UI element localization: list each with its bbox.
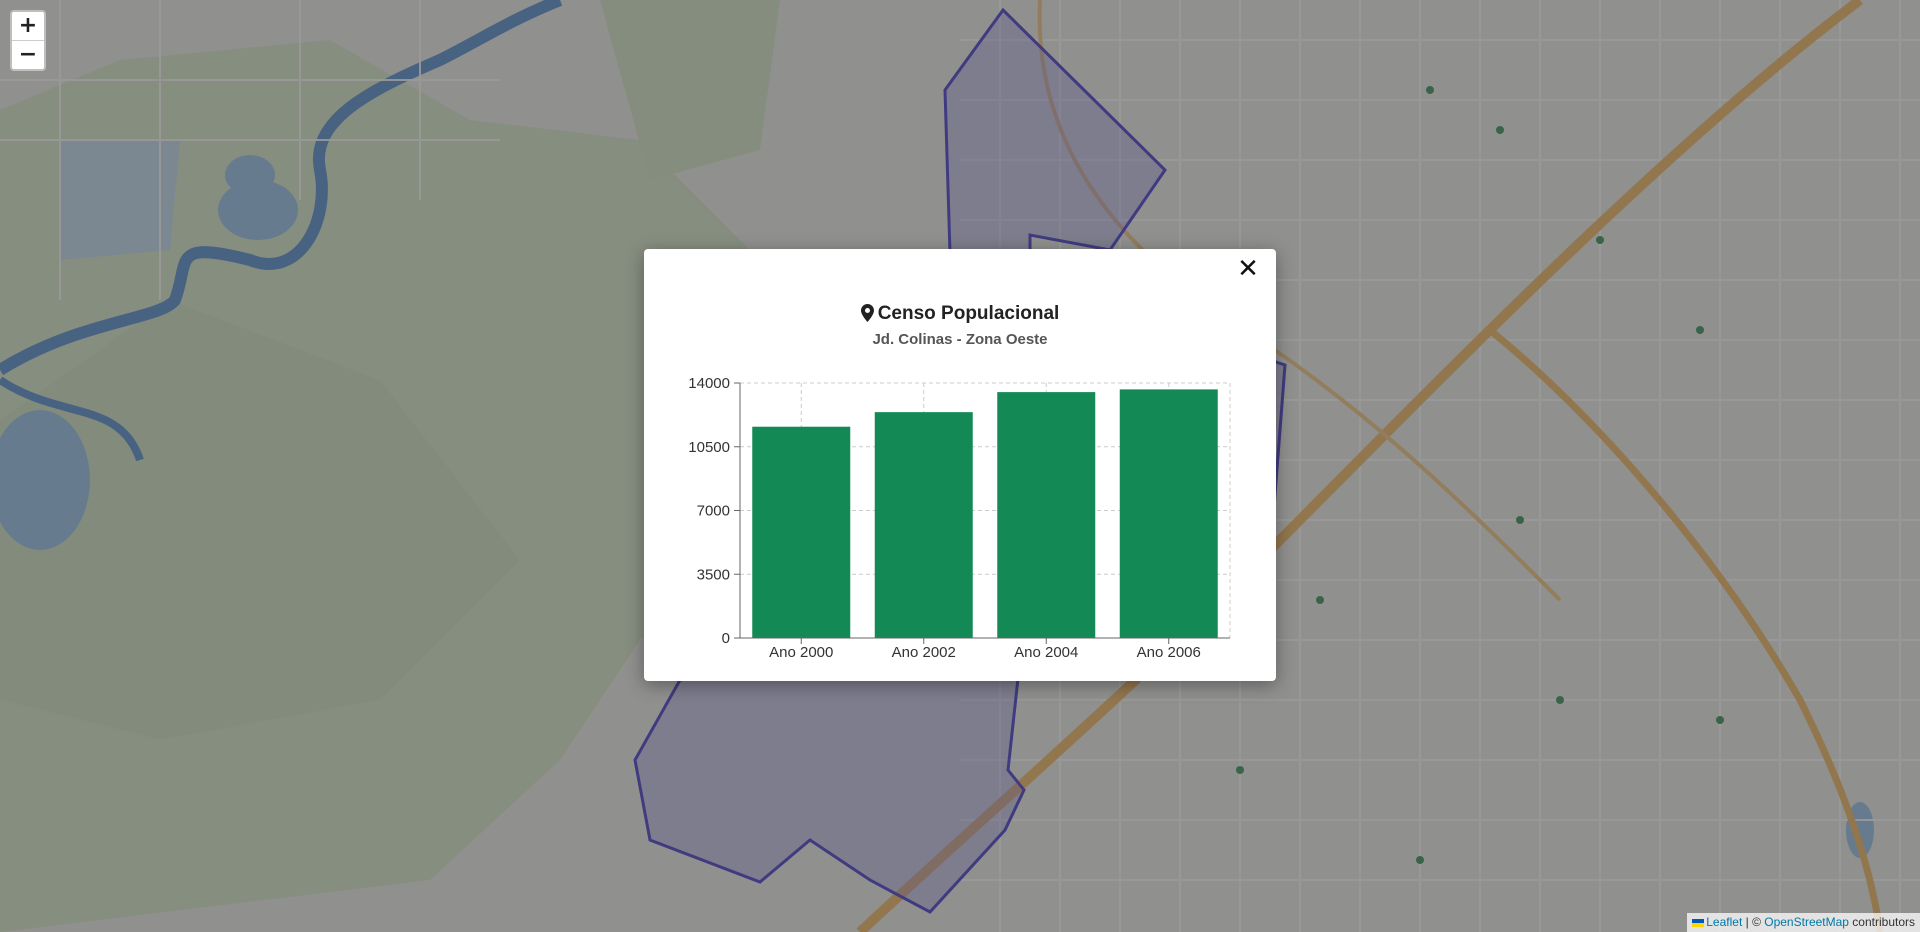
bar [874,412,973,638]
modal-subtitle: Jd. Colinas - Zona Oeste [872,331,1048,348]
x-tick-label: Ano 2004 [1014,644,1078,661]
population-bar-chart: 0 3500 7000 10500 14000 Ano 2000 Ano 2002 Ano 2… [688,375,1231,661]
zoom-in-button[interactable]: + [12,12,44,40]
attribution-separator: | © [1742,915,1765,929]
zoom-control: + − [10,10,46,71]
map-attribution: Leaflet | © OpenStreetMap contributors [1687,913,1920,932]
x-tick-label: Ano 2000 [769,644,833,661]
bar [997,392,1096,638]
x-tick-label: Ano 2002 [892,644,956,661]
map-marker-icon [860,304,874,328]
bar [1119,389,1218,638]
attribution-suffix: contributors [1848,915,1915,929]
modal-title-text: Censo Populacional [877,303,1060,324]
y-tick-label: 7000 [697,503,730,520]
ukraine-flag-icon [1692,918,1705,927]
x-tick-label: Ano 2006 [1137,644,1201,661]
close-button[interactable]: ✕ [1234,255,1262,283]
y-tick-label: 10500 [688,439,730,456]
census-modal: ✕ Censo Populacional Jd. Colinas - Zona … [644,249,1276,681]
openstreetmap-link[interactable]: OpenStreetMap [1764,915,1849,929]
bar [752,426,851,638]
modal-title: Censo Populacional [644,303,1276,328]
y-tick-label: 14000 [688,375,730,392]
leaflet-link[interactable]: Leaflet [1706,915,1742,929]
y-tick-label: 3500 [697,566,730,583]
zoom-out-button[interactable]: − [12,40,44,69]
y-tick-label: 0 [722,630,730,647]
